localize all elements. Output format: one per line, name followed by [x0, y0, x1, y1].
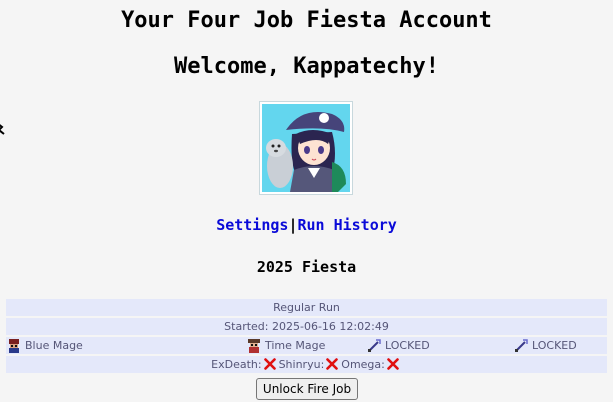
run-panel: Regular Run Started: 2025-06-16 12:02:49… [6, 299, 607, 375]
job-name: LOCKED [532, 339, 577, 352]
cursor-fragment-icon [0, 124, 5, 135]
sword-icon [368, 338, 381, 352]
blue-mage-sprite-icon [9, 338, 19, 353]
job-slot-1: Blue Mage [7, 337, 83, 354]
run-type-label: Regular Run [273, 301, 340, 314]
job-slot-4: LOCKED [514, 337, 577, 354]
unlock-fire-job-button[interactable]: Unlock Fire Job [256, 378, 358, 400]
account-nav: Settings|Run History [0, 216, 613, 234]
welcome-heading: Welcome, Kappatechy! [174, 54, 439, 79]
sword-icon [515, 338, 528, 352]
x-mark-icon [326, 358, 339, 370]
job-name: Time Mage [265, 339, 326, 352]
boss-name: Omega: [341, 358, 385, 371]
page-title: Your Four Job Fiesta Account [121, 8, 492, 33]
job-name: Blue Mage [25, 339, 83, 352]
settings-link[interactable]: Settings [216, 216, 288, 234]
job-name: LOCKED [385, 339, 430, 352]
run-history-link[interactable]: Run History [297, 216, 396, 234]
run-type-row: Regular Run [6, 299, 607, 316]
account-page: Your Four Job Fiesta Account Welcome, Ka… [0, 0, 613, 402]
fiesta-year-heading: 2025 Fiesta [256, 258, 357, 276]
job-slot-2: Time Mage [247, 337, 325, 354]
jobs-row: Blue Mage Time Mage LOCKED LOCKED [6, 337, 607, 354]
avatar [259, 101, 353, 195]
anime-girl-with-seal-avatar-icon [262, 104, 350, 192]
job-slot-3: LOCKED [367, 337, 430, 354]
boss-name: ExDeath: [211, 358, 262, 371]
boss-status-row: ExDeath: Shinryu: Omega: [6, 356, 607, 373]
boss-name: Shinryu: [278, 358, 325, 371]
time-mage-sprite-icon [248, 338, 260, 353]
x-mark-icon [263, 358, 276, 370]
x-mark-icon [387, 358, 399, 370]
run-started-row: Started: 2025-06-16 12:02:49 [6, 318, 607, 335]
run-started-label: Started: 2025-06-16 12:02:49 [224, 320, 389, 333]
